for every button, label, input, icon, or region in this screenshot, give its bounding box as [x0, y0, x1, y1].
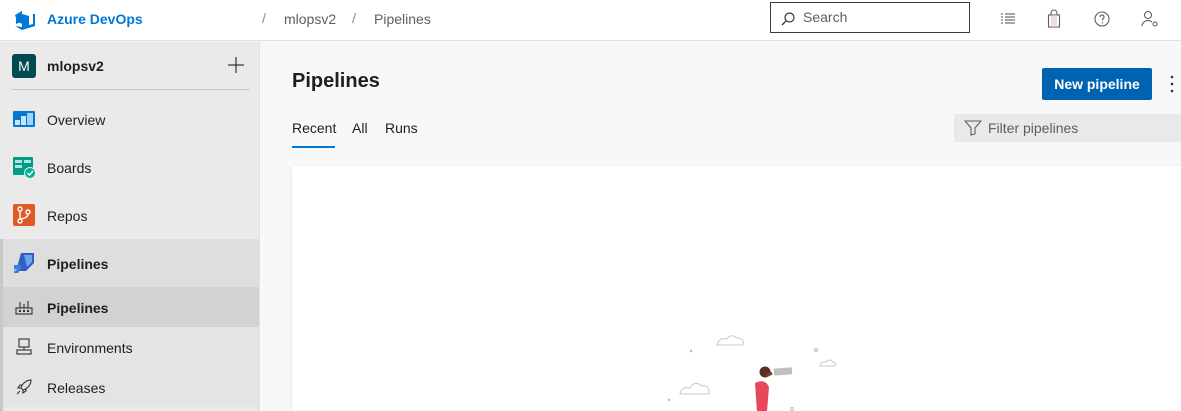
filter-box[interactable]: [954, 114, 1181, 142]
list-settings-icon[interactable]: [998, 9, 1018, 29]
breadcrumb-project[interactable]: mlopsv2: [284, 11, 336, 27]
pipelines-group-indicator: [0, 239, 3, 411]
filter-input[interactable]: [988, 120, 1168, 136]
pipelines-icon: [14, 253, 34, 273]
sidebar-item-label: Pipelines: [47, 300, 109, 316]
brand-name[interactable]: Azure DevOps: [47, 11, 143, 27]
divider: [12, 89, 250, 90]
search-box[interactable]: [770, 2, 970, 33]
help-icon[interactable]: [1092, 9, 1112, 29]
search-icon: [781, 12, 795, 26]
sidebar-item-pipelines[interactable]: Pipelines: [0, 239, 259, 287]
sidebar-item-label: Boards: [47, 160, 92, 176]
sidebar-subitem-releases[interactable]: Releases: [0, 367, 259, 407]
sidebar-subitem-environments[interactable]: Environments: [0, 327, 259, 367]
sidebar-item-label: Pipelines: [47, 256, 109, 272]
breadcrumb-separator: /: [262, 10, 266, 26]
main-content: Pipelines New pipeline Recent All Runs: [261, 42, 1181, 411]
search-input[interactable]: [803, 9, 963, 25]
sidebar-item-label: Releases: [47, 380, 106, 396]
project-avatar: M: [12, 54, 36, 78]
filter-icon: [964, 120, 982, 136]
tab-recent[interactable]: Recent: [292, 120, 336, 136]
environments-icon: [16, 338, 32, 355]
repos-icon: [13, 204, 35, 226]
releases-icon: [16, 379, 32, 395]
sidebar: M mlopsv2 Overview Boards Repos Pipeline…: [0, 42, 260, 411]
sidebar-item-label: Overview: [47, 112, 106, 128]
sidebar-subitem-pipelines[interactable]: Pipelines: [0, 287, 259, 327]
user-settings-icon[interactable]: [1140, 9, 1160, 29]
marketplace-bag-icon[interactable]: [1044, 9, 1064, 29]
breadcrumb-separator: /: [352, 10, 356, 26]
top-bar: Azure DevOps / mlopsv2 / Pipelines: [0, 0, 1181, 41]
breadcrumb-pipelines[interactable]: Pipelines: [374, 11, 431, 27]
add-icon[interactable]: [226, 55, 246, 75]
tab-runs[interactable]: Runs: [385, 120, 418, 136]
tab-all[interactable]: All: [352, 120, 368, 136]
empty-state-illustration: [667, 335, 837, 411]
azure-devops-logo-icon[interactable]: [13, 9, 35, 31]
new-pipeline-button[interactable]: New pipeline: [1042, 68, 1152, 100]
overview-icon: [13, 111, 35, 127]
project-header[interactable]: M mlopsv2: [0, 42, 260, 90]
pipelines-sub-icon: [15, 301, 33, 315]
sidebar-item-overview[interactable]: Overview: [0, 95, 259, 143]
active-tab-indicator: [292, 146, 335, 148]
more-options-icon[interactable]: [1168, 73, 1176, 95]
sidebar-item-repos[interactable]: Repos: [0, 191, 259, 239]
boards-icon: [13, 157, 36, 179]
sidebar-item-label: Repos: [47, 208, 88, 224]
page-title: Pipelines: [292, 70, 380, 92]
project-name[interactable]: mlopsv2: [47, 58, 104, 74]
sidebar-item-boards[interactable]: Boards: [0, 143, 259, 191]
sidebar-item-label: Environments: [47, 340, 133, 356]
empty-state-card: [292, 166, 1181, 411]
